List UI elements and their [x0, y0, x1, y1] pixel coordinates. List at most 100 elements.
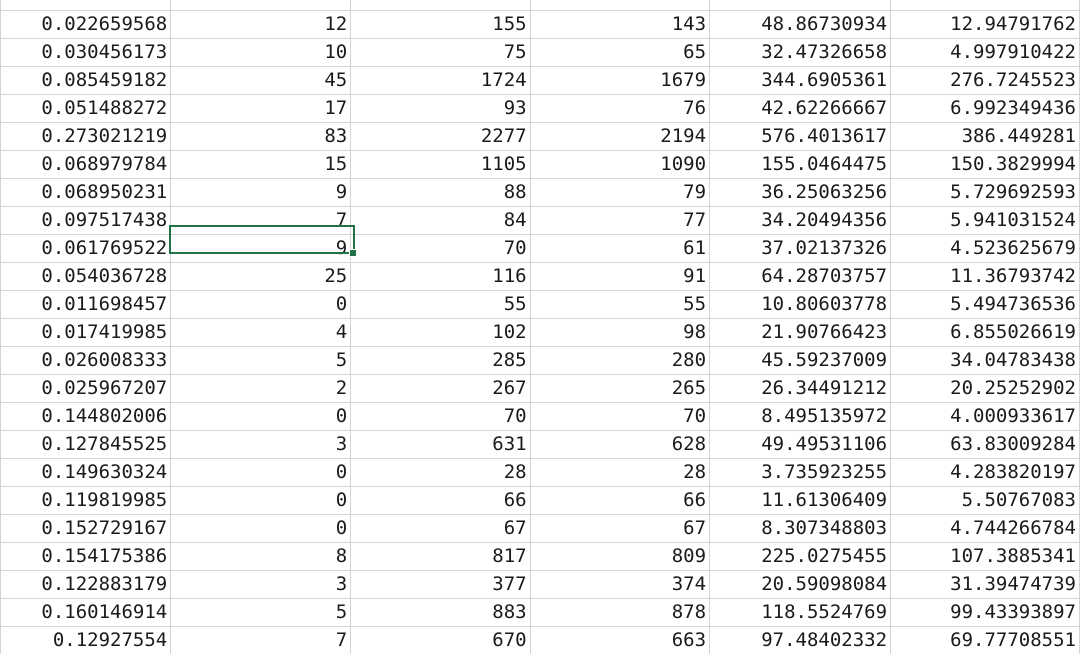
- sheet-cell[interactable]: 55: [350, 290, 531, 319]
- sheet-cell[interactable]: 5.941031524: [890, 206, 1080, 235]
- sheet-cell[interactable]: 11.61306409: [709, 486, 892, 515]
- sheet-cell[interactable]: 344.6905361: [709, 66, 892, 95]
- sheet-cell[interactable]: 6.855026619: [890, 318, 1080, 347]
- sheet-cell[interactable]: 8.495135972: [709, 402, 892, 431]
- sheet-cell[interactable]: 77: [529, 206, 711, 235]
- fill-handle[interactable]: [349, 249, 357, 257]
- sheet-cell[interactable]: 67: [529, 514, 711, 543]
- sheet-cell[interactable]: 631: [350, 430, 531, 459]
- sheet-cell[interactable]: 34.20494356: [709, 206, 892, 235]
- sheet-cell[interactable]: 878: [529, 598, 711, 627]
- sheet-cell[interactable]: [890, 0, 1080, 11]
- sheet-cell[interactable]: 0.025967207: [0, 374, 172, 403]
- sheet-cell[interactable]: 8.307348803: [709, 514, 892, 543]
- sheet-cell[interactable]: 4.283820197: [890, 458, 1080, 487]
- sheet-cell[interactable]: 49.49531106: [709, 430, 892, 459]
- sheet-cell[interactable]: 6.992349436: [890, 94, 1080, 123]
- sheet-cell[interactable]: 31.39474739: [890, 570, 1080, 599]
- sheet-cell[interactable]: 0.122883179: [0, 570, 172, 599]
- sheet-cell[interactable]: 386.449281: [890, 122, 1080, 151]
- sheet-cell[interactable]: 102: [350, 318, 531, 347]
- sheet-cell[interactable]: 1105: [350, 150, 531, 179]
- sheet-cell[interactable]: 0.152729167: [0, 514, 172, 543]
- sheet-cell[interactable]: 25: [170, 262, 352, 291]
- sheet-cell[interactable]: 63.83009284: [890, 430, 1080, 459]
- sheet-cell[interactable]: 225.0275455: [709, 542, 892, 571]
- sheet-cell[interactable]: 99.43393897: [890, 598, 1080, 627]
- sheet-cell[interactable]: 4.744266784: [890, 514, 1080, 543]
- sheet-cell[interactable]: 48.86730934: [709, 10, 892, 39]
- sheet-cell[interactable]: 10: [170, 38, 352, 67]
- sheet-cell[interactable]: 10.80603778: [709, 290, 892, 319]
- sheet-cell[interactable]: 0: [170, 514, 352, 543]
- sheet-cell[interactable]: 79: [529, 178, 711, 207]
- sheet-cell[interactable]: 0.068979784: [0, 150, 172, 179]
- sheet-cell[interactable]: 0.273021219: [0, 122, 172, 151]
- sheet-cell[interactable]: 0.054036728: [0, 262, 172, 291]
- sheet-cell[interactable]: 2194: [529, 122, 711, 151]
- sheet-cell[interactable]: 374: [529, 570, 711, 599]
- sheet-cell[interactable]: 67: [350, 514, 531, 543]
- sheet-cell[interactable]: 69.77708551: [890, 626, 1080, 654]
- spreadsheet-grid[interactable]: 0.022659568 12 155 143 48.86730934 12.9479176…: [0, 0, 1080, 654]
- sheet-cell[interactable]: 0.097517438: [0, 206, 172, 235]
- sheet-cell[interactable]: 9: [170, 234, 352, 263]
- sheet-cell[interactable]: 3.735923255: [709, 458, 892, 487]
- sheet-cell[interactable]: 0.061769522: [0, 234, 172, 263]
- sheet-cell[interactable]: 28: [350, 458, 531, 487]
- sheet-cell[interactable]: 66: [529, 486, 711, 515]
- sheet-cell[interactable]: 0.119819985: [0, 486, 172, 515]
- sheet-cell[interactable]: 0.022659568: [0, 10, 172, 39]
- sheet-cell[interactable]: 0.011698457: [0, 290, 172, 319]
- sheet-cell[interactable]: 1090: [529, 150, 711, 179]
- sheet-cell[interactable]: 42.62266667: [709, 94, 892, 123]
- sheet-cell[interactable]: 0.127845525: [0, 430, 172, 459]
- sheet-cell[interactable]: 0: [170, 458, 352, 487]
- sheet-cell[interactable]: 150.3829994: [890, 150, 1080, 179]
- sheet-cell[interactable]: 12.94791762: [890, 10, 1080, 39]
- sheet-cell[interactable]: 70: [350, 402, 531, 431]
- sheet-cell[interactable]: 76: [529, 94, 711, 123]
- sheet-cell[interactable]: 15: [170, 150, 352, 179]
- sheet-cell[interactable]: 45.59237009: [709, 346, 892, 375]
- sheet-cell[interactable]: 26.34491212: [709, 374, 892, 403]
- sheet-cell[interactable]: 663: [529, 626, 711, 654]
- sheet-cell[interactable]: 8: [170, 542, 352, 571]
- sheet-cell[interactable]: 4.523625679: [890, 234, 1080, 263]
- sheet-cell[interactable]: 3: [170, 430, 352, 459]
- sheet-cell[interactable]: 4.997910422: [890, 38, 1080, 67]
- sheet-cell[interactable]: 0.149630324: [0, 458, 172, 487]
- sheet-cell[interactable]: 0.068950231: [0, 178, 172, 207]
- sheet-cell[interactable]: 5.50767083: [890, 486, 1080, 515]
- sheet-cell[interactable]: 20.59098084: [709, 570, 892, 599]
- sheet-cell[interactable]: 12: [170, 10, 352, 39]
- sheet-cell[interactable]: 45: [170, 66, 352, 95]
- sheet-cell[interactable]: 628: [529, 430, 711, 459]
- sheet-cell[interactable]: 155: [350, 10, 531, 39]
- sheet-cell[interactable]: 34.04783438: [890, 346, 1080, 375]
- sheet-cell[interactable]: 97.48402332: [709, 626, 892, 654]
- sheet-cell[interactable]: [0, 0, 172, 11]
- sheet-cell[interactable]: 7: [170, 206, 352, 235]
- sheet-cell[interactable]: [709, 0, 892, 11]
- sheet-cell[interactable]: 0.026008333: [0, 346, 172, 375]
- sheet-cell[interactable]: 0.085459182: [0, 66, 172, 95]
- sheet-cell[interactable]: 20.25252902: [890, 374, 1080, 403]
- sheet-cell[interactable]: 883: [350, 598, 531, 627]
- sheet-cell[interactable]: 37.02137326: [709, 234, 892, 263]
- sheet-cell[interactable]: 576.4013617: [709, 122, 892, 151]
- sheet-cell[interactable]: 5: [170, 346, 352, 375]
- sheet-cell[interactable]: 93: [350, 94, 531, 123]
- sheet-cell[interactable]: 809: [529, 542, 711, 571]
- sheet-cell[interactable]: 143: [529, 10, 711, 39]
- sheet-cell[interactable]: 1679: [529, 66, 711, 95]
- sheet-cell[interactable]: 265: [529, 374, 711, 403]
- sheet-cell[interactable]: 70: [350, 234, 531, 263]
- sheet-cell[interactable]: 36.25063256: [709, 178, 892, 207]
- sheet-cell[interactable]: 276.7245523: [890, 66, 1080, 95]
- sheet-cell[interactable]: 65: [529, 38, 711, 67]
- sheet-cell[interactable]: 0.12927554: [0, 626, 172, 654]
- sheet-cell[interactable]: 3: [170, 570, 352, 599]
- sheet-cell[interactable]: 0: [170, 486, 352, 515]
- sheet-cell[interactable]: 9: [170, 178, 352, 207]
